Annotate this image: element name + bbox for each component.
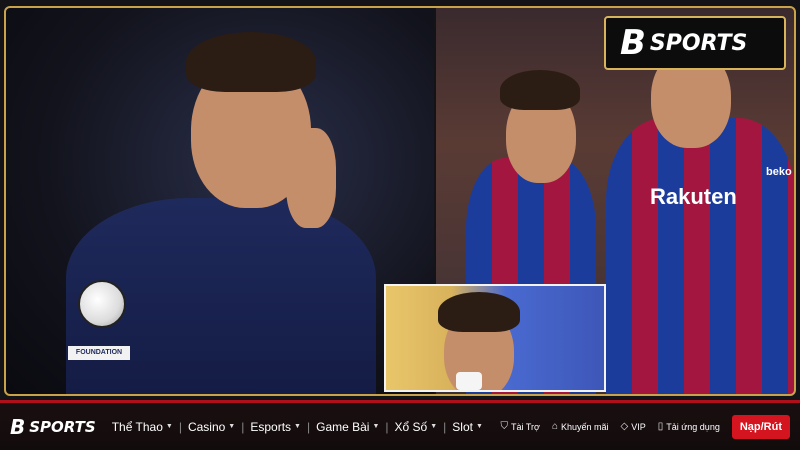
- util-tai-tro[interactable]: ⛉ Tài Trợ: [501, 421, 540, 432]
- util-label: Tài Trợ: [511, 421, 540, 432]
- logo-text: SPORTS: [649, 30, 748, 56]
- util-label: Khuyến mãi: [561, 421, 609, 432]
- sleeve-sponsor-text: beko: [766, 166, 792, 178]
- tag-icon: ⌂: [551, 421, 558, 432]
- util-tai-ung-dung[interactable]: ▯ Tải ứng dụng: [658, 421, 720, 432]
- util-label: Tải ứng dụng: [666, 421, 720, 432]
- nav-logo[interactable]: B SPORTS: [10, 415, 96, 439]
- chevron-down-icon: ▼: [475, 423, 483, 430]
- nav-item-label: Game Bài: [316, 419, 370, 434]
- diamond-icon: ◇: [620, 421, 629, 432]
- hero-banner: FOUNDATION Rakuten beko B SPORTS: [0, 0, 800, 400]
- util-label: VIP: [631, 421, 646, 432]
- player-hair-inset: [438, 292, 520, 332]
- deposit-withdraw-button[interactable]: Nạp/Rút: [731, 414, 790, 439]
- util-khuyen-mai[interactable]: ⌂ Khuyến mãi: [552, 421, 609, 432]
- champions-league-badge-icon: [78, 280, 126, 328]
- nav-utilities: ⛉ Tài Trợ ⌂ Khuyến mãi ◇ VIP ▯ Tải ứng d…: [501, 414, 790, 439]
- chevron-down-icon: ▼: [372, 423, 380, 430]
- chevron-down-icon: ▼: [165, 423, 173, 430]
- util-vip[interactable]: ◇ VIP: [621, 421, 646, 432]
- nav-logo-mark: B: [10, 414, 26, 439]
- nav-item-label: Casino: [187, 419, 226, 434]
- chevron-down-icon: ▼: [430, 423, 438, 430]
- nav-item-label: Thể Thao: [111, 419, 163, 434]
- phone-icon: ▯: [657, 421, 664, 432]
- brand-logo: B SPORTS: [604, 16, 786, 70]
- player-photo-inset: [384, 284, 606, 392]
- shield-icon: ⛉: [500, 421, 509, 432]
- nav-menu: Thể Thao ▼ | Casino ▼ | Esports ▼ | Game…: [106, 420, 489, 434]
- player-photo-left: FOUNDATION: [6, 8, 434, 394]
- sponsor-text: Rakuten: [650, 184, 737, 209]
- main-navbar: B SPORTS Thể Thao ▼ | Casino ▼ | Esports…: [0, 400, 800, 450]
- nav-item-slot[interactable]: Slot ▼: [446, 420, 489, 434]
- tissue: [456, 372, 482, 390]
- nav-item-label: Esports: [250, 419, 292, 434]
- chevron-down-icon: ▼: [294, 423, 301, 430]
- nav-item-label: Xổ Số: [394, 419, 428, 434]
- foundation-patch: FOUNDATION: [68, 346, 130, 360]
- logo-mark: B: [620, 23, 646, 63]
- nav-item-the-thao[interactable]: Thể Thao ▼: [106, 420, 179, 434]
- player-hair: [186, 32, 316, 92]
- player-hand: [286, 128, 336, 228]
- nav-item-label: Slot: [452, 419, 473, 434]
- chevron-down-icon: ▼: [228, 423, 236, 430]
- nav-item-game-bai[interactable]: Game Bài ▼: [310, 420, 385, 434]
- nav-item-casino[interactable]: Casino ▼: [182, 420, 241, 434]
- player-hair-left: [500, 70, 580, 110]
- nav-item-esports[interactable]: Esports ▼: [244, 420, 307, 434]
- barca-shirt-right: [606, 118, 794, 394]
- nav-item-xo-so[interactable]: Xổ Số ▼: [389, 420, 444, 434]
- nav-logo-text: SPORTS: [29, 417, 96, 436]
